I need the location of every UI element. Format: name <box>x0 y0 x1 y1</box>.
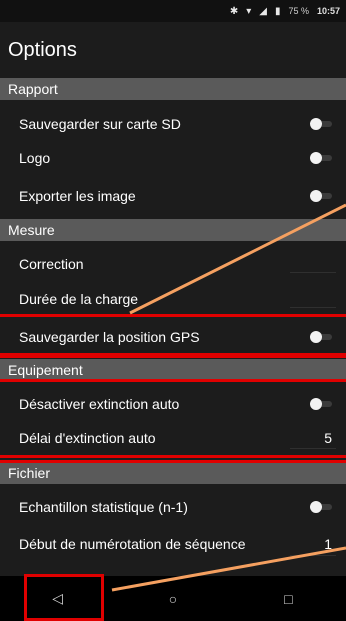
auto-off-delay-field-underline <box>290 448 336 449</box>
setting-save-sd-card[interactable]: Sauvegarder sur carte SD <box>0 107 346 140</box>
recents-icon[interactable]: □ <box>258 591 318 607</box>
setting-label: Exporter les image <box>19 187 136 204</box>
section-title: Mesure <box>8 222 55 238</box>
logo-toggle[interactable] <box>310 151 332 165</box>
section-header-rapport: Rapport <box>0 78 346 100</box>
setting-statistical-sample[interactable]: Echantillon statistique (n-1) <box>0 490 346 523</box>
section-header-fichier: Fichier <box>0 462 346 484</box>
setting-export-images[interactable]: Exporter les image <box>0 179 346 212</box>
setting-auto-off-delay[interactable]: Délai d'extinction auto 5 <box>0 421 346 454</box>
setting-label: Délai d'extinction auto <box>19 429 156 446</box>
charge-duration-field-underline <box>290 307 336 308</box>
setting-label: Durée de la charge <box>19 290 139 307</box>
wifi-icon: ▾ <box>246 5 252 17</box>
setting-label: Echantillon statistique (n-1) <box>19 498 188 515</box>
section-title: Rapport <box>8 81 58 97</box>
system-nav-bar: ◁ ○ □ <box>0 576 346 621</box>
setting-label: Correction <box>19 255 84 272</box>
setting-charge-duration[interactable]: Durée de la charge <box>0 282 346 315</box>
save-sd-card-toggle[interactable] <box>310 117 332 131</box>
app-header: Options <box>0 22 346 78</box>
disable-auto-off-toggle[interactable] <box>310 397 332 411</box>
sequence-start-field-underline <box>290 555 336 556</box>
setting-label: Début de numérotation de séquence <box>19 535 246 552</box>
bluetooth-icon: ✱ <box>229 5 239 17</box>
sequence-start-value[interactable]: 1 <box>324 536 332 552</box>
correction-field-underline <box>290 272 336 273</box>
status-bar: ✱ ▾ ◢ ▮ 75 % 10:57 <box>0 0 346 22</box>
section-title: Equipement <box>8 362 83 378</box>
page-title: Options <box>8 38 77 61</box>
home-icon[interactable]: ○ <box>143 591 203 607</box>
clock: 10:57 <box>316 6 340 16</box>
setting-label: Logo <box>19 149 51 166</box>
setting-label: Sauvegarder sur carte SD <box>19 115 181 132</box>
section-header-equipement: Equipement <box>0 359 346 381</box>
save-gps-position-toggle[interactable] <box>310 330 332 344</box>
battery-icon: ▮ <box>274 5 281 17</box>
setting-correction[interactable]: Correction <box>0 247 346 280</box>
setting-disable-auto-off[interactable]: Désactiver extinction auto <box>0 387 346 420</box>
section-title: Fichier <box>8 465 51 481</box>
signal-icon: ◢ <box>259 5 267 17</box>
back-icon[interactable]: ◁ <box>28 590 88 607</box>
section-header-mesure: Mesure <box>0 219 346 241</box>
setting-label: Désactiver extinction auto <box>19 395 180 412</box>
auto-off-delay-value[interactable]: 5 <box>324 430 332 446</box>
setting-logo[interactable]: Logo <box>0 141 346 174</box>
statistical-sample-toggle[interactable] <box>310 500 332 514</box>
setting-label: Sauvegarder la position GPS <box>19 328 200 345</box>
battery-percentage: 75 % <box>288 6 309 16</box>
setting-save-gps-position[interactable]: Sauvegarder la position GPS <box>0 320 346 353</box>
export-images-toggle[interactable] <box>310 189 332 203</box>
